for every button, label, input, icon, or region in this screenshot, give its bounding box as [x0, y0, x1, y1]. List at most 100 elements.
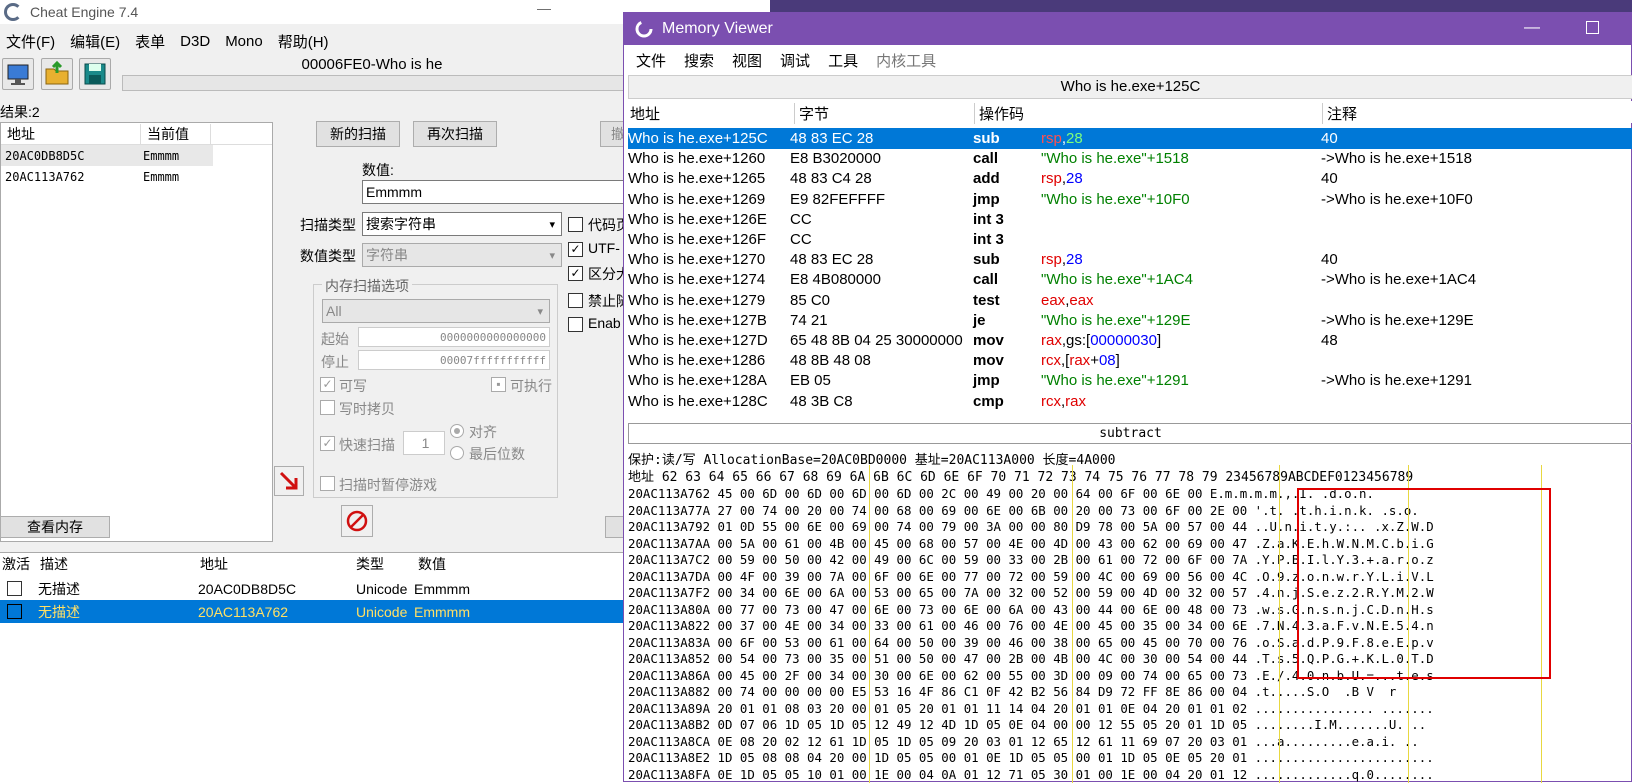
disasm-bytes: E9 82FEFFFF	[790, 189, 885, 210]
active-checkbox[interactable]	[7, 604, 22, 619]
menu-table[interactable]: 表单	[135, 31, 165, 52]
hex-row[interactable]: 20AC113A8B2 0D 07 06 1D 05 1D 05 12 49 1…	[628, 717, 1426, 734]
save-icon[interactable]	[79, 58, 111, 90]
disasm-bytes: EB 05	[790, 370, 831, 391]
forbid-random-checkbox[interactable]	[568, 293, 583, 308]
col-address[interactable]: 地址	[630, 103, 660, 124]
col-address[interactable]: 地址	[1, 124, 141, 144]
disasm-row[interactable]: Who is he.exe+127048 83 EC 28subrsp,2840	[628, 249, 1632, 270]
value-type-select[interactable]: 字符串 ▾	[362, 243, 562, 267]
cheat-engine-logo-icon	[634, 19, 654, 39]
address-row[interactable]: 无描述 20AC0DB8D5C Unicode Emmmm	[0, 577, 625, 600]
col-opcode[interactable]: 操作码	[974, 103, 1024, 124]
menu-file[interactable]: 文件(F)	[6, 31, 55, 52]
memory-region-select[interactable]: All ▾	[322, 299, 550, 323]
mv-menu-search[interactable]: 搜索	[684, 50, 714, 71]
disasm-row[interactable]: Who is he.exe+126FCCint 3	[628, 229, 1632, 250]
disasm-opcode: int 3	[973, 229, 1004, 250]
mv-menu-tools[interactable]: 工具	[828, 50, 858, 71]
scan-type-select[interactable]: 搜索字符串 ▾	[362, 212, 562, 236]
col-comment[interactable]: 注释	[1322, 103, 1357, 124]
add-address-arrow-button[interactable]	[274, 466, 304, 496]
align-radio[interactable]	[450, 424, 464, 438]
utf16-checkbox[interactable]: ✓	[568, 242, 583, 257]
codepage-checkbox[interactable]	[568, 217, 583, 232]
mv-menu-file[interactable]: 文件	[636, 50, 666, 71]
disasm-row[interactable]: Who is he.exe+127D65 48 8B 04 25 3000000…	[628, 330, 1632, 351]
mv-menu-debug[interactable]: 调试	[780, 50, 810, 71]
disasm-row[interactable]: Who is he.exe+128648 8B 48 08movrcx,[rax…	[628, 350, 1632, 371]
col-active[interactable]: 激活	[2, 554, 30, 574]
mv-menu-kernel-tools[interactable]: 内核工具	[876, 50, 936, 71]
writable-checkbox[interactable]: ✓	[320, 377, 335, 392]
found-row[interactable]: 20AC0DB8D5C Emmmm	[1, 145, 213, 166]
pause-game-checkbox[interactable]	[320, 476, 335, 491]
minimize-button[interactable]: —	[524, 0, 564, 24]
disasm-row[interactable]: Who is he.exe+128AEB 05jmp"Who is he.exe…	[628, 370, 1632, 391]
hex-row[interactable]: 20AC113A8CA 0E 08 20 02 12 61 1D 05 1D 0…	[628, 734, 1419, 751]
select-process-icon[interactable]	[2, 58, 34, 90]
case-sensitive-checkbox[interactable]: ✓	[568, 266, 583, 281]
disasm-row[interactable]: Who is he.exe+126ECCint 3	[628, 209, 1632, 230]
next-scan-button[interactable]: 再次扫描	[413, 121, 497, 147]
executable-label: 可执行	[510, 376, 552, 396]
disasm-row[interactable]: Who is he.exe+127985 C0testeax,eax	[628, 290, 1632, 311]
disasm-address: Who is he.exe+126F	[628, 229, 766, 250]
address-row-selected[interactable]: 无描述 20AC113A762 Unicode Emmmm	[0, 600, 625, 623]
found-address-list[interactable]: 地址 当前值 20AC0DB8D5C Emmmm 20AC113A762 Emm…	[0, 122, 273, 542]
disasm-row[interactable]: Who is he.exe+125C48 83 EC 28subrsp,2840	[628, 128, 1632, 149]
stop-label: 停止	[321, 352, 349, 372]
utf16-label: UTF-	[588, 240, 620, 256]
disasm-comment: 48	[1321, 330, 1338, 351]
stop-icon	[345, 509, 369, 533]
disasm-address: Who is he.exe+126E	[628, 209, 767, 230]
enable-checkbox[interactable]	[568, 317, 583, 332]
hex-row[interactable]: 20AC113A762 45 00 6D 00 6D 00 6D 00 6D 0…	[628, 486, 1374, 503]
found-row[interactable]: 20AC113A762 Emmmm	[1, 166, 272, 187]
view-memory-button[interactable]: 查看内存	[0, 516, 110, 538]
disasm-row[interactable]: Who is he.exe+127B74 21je"Who is he.exe"…	[628, 310, 1632, 331]
disasm-operands: "Who is he.exe"+10F0	[1041, 189, 1190, 210]
col-bytes[interactable]: 字节	[794, 103, 829, 124]
new-scan-button[interactable]: 新的扫描	[316, 121, 400, 147]
maximize-icon[interactable]	[1586, 21, 1599, 34]
menu-help[interactable]: 帮助(H)	[278, 31, 329, 52]
col-type[interactable]: 类型	[356, 554, 384, 574]
col-current-value[interactable]: 当前值	[141, 124, 211, 144]
active-checkbox[interactable]	[7, 581, 22, 596]
disasm-bytes: 48 3B C8	[790, 391, 853, 412]
address-table[interactable]: 激活 描述 地址 类型 数值 无描述 20AC0DB8D5C Unicode E…	[0, 552, 625, 782]
hex-row[interactable]: 20AC113A8E2 1D 05 08 08 04 20 00 1D 05 0…	[628, 750, 1434, 767]
menu-mono[interactable]: Mono	[225, 33, 263, 50]
value-input[interactable]: Emmmm	[362, 180, 632, 204]
fast-scan-checkbox[interactable]: ✓	[320, 436, 335, 451]
disasm-row[interactable]: Who is he.exe+128C48 3B C8cmprcx,rax	[628, 391, 1632, 412]
stop-address-input[interactable]: 00007fffffffffff	[358, 350, 550, 370]
col-address[interactable]: 地址	[200, 554, 228, 574]
disasm-row[interactable]: Who is he.exe+1274E8 4B080000call"Who is…	[628, 269, 1632, 290]
hex-row[interactable]: 20AC113A882 00 74 00 00 00 00 E5 53 16 4…	[628, 684, 1426, 701]
mv-menu-view[interactable]: 视图	[732, 50, 762, 71]
menu-edit[interactable]: 编辑(E)	[70, 31, 120, 52]
disasm-bytes: 74 21	[790, 310, 828, 331]
col-description[interactable]: 描述	[40, 554, 68, 574]
disasm-row[interactable]: Who is he.exe+1269E9 82FEFFFFjmp"Who is …	[628, 189, 1632, 210]
value-type-label: 数值类型	[300, 246, 356, 266]
copy-on-write-checkbox[interactable]	[320, 400, 335, 415]
open-file-icon[interactable]	[41, 58, 73, 90]
disasm-bytes: 65 48 8B 04 25 30000000	[790, 330, 963, 351]
fast-scan-value-input[interactable]: 1	[403, 431, 445, 455]
hex-row[interactable]: 20AC113A89A 20 01 01 08 03 20 00 01 05 2…	[628, 701, 1434, 718]
stop-scan-button[interactable]	[341, 505, 373, 537]
hex-row[interactable]: 20AC113A8FA 0E 1D 05 05 10 01 00 1E 00 0…	[628, 767, 1434, 783]
col-value[interactable]: 数值	[418, 554, 446, 574]
menu-d3d[interactable]: D3D	[180, 33, 210, 50]
disasm-row[interactable]: Who is he.exe+1260E8 B3020000call"Who is…	[628, 148, 1632, 169]
last-digits-radio[interactable]	[450, 446, 464, 460]
memory-viewer-window: Memory Viewer — 文件 搜索 视图 调试 工具 内核工具 Who …	[623, 12, 1632, 782]
start-address-input[interactable]: 0000000000000000	[358, 327, 550, 347]
minimize-icon[interactable]: —	[1524, 19, 1540, 37]
ce-title-text: Cheat Engine 7.4	[30, 4, 138, 20]
disasm-row[interactable]: Who is he.exe+126548 83 C4 28addrsp,2840	[628, 168, 1632, 189]
executable-checkbox[interactable]: ▪	[491, 377, 506, 392]
